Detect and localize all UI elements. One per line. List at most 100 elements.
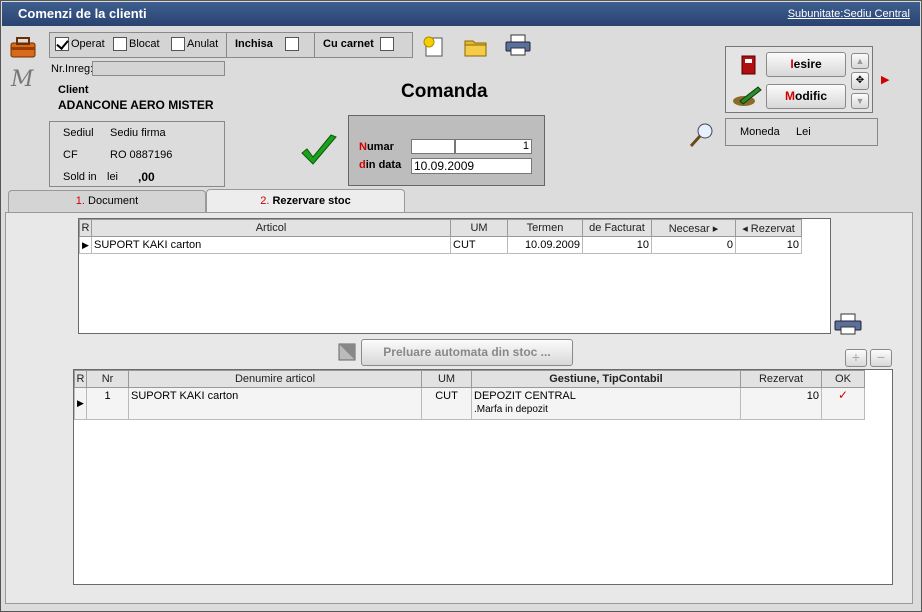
edit-pen-icon[interactable] xyxy=(732,85,762,107)
col-termen[interactable]: Termen xyxy=(507,219,583,237)
blocat-check[interactable] xyxy=(113,37,127,51)
toolbox-icon[interactable] xyxy=(9,35,37,59)
denumire-cell[interactable]: SUPORT KAKI carton xyxy=(128,387,422,420)
termen-cell[interactable]: 10.09.2009 xyxy=(507,236,583,254)
col-necesar[interactable]: Necesar ▸ xyxy=(651,219,736,237)
sediul-label: Sediul xyxy=(63,127,94,139)
col2-denumire[interactable]: Denumire articol xyxy=(128,370,422,388)
numar-label: Numar xyxy=(359,141,394,153)
facturat-cell[interactable]: 10 xyxy=(582,236,652,254)
delete-row-button[interactable]: − xyxy=(870,349,892,367)
client-info-box: Sediul Sediu firma CF RO 0887196 Sold in… xyxy=(49,121,225,187)
um-cell[interactable]: CUT xyxy=(421,387,472,420)
data-input[interactable]: 10.09.2009 xyxy=(411,158,532,174)
articol-cell[interactable]: SUPORT KAKI carton xyxy=(91,236,451,254)
grid-print-icon[interactable] xyxy=(833,312,863,336)
data-label: din data xyxy=(359,159,402,171)
tab-rezervare-stoc[interactable]: 2. Rezervare stoc xyxy=(206,189,405,213)
exit-door-icon[interactable] xyxy=(741,55,757,75)
col2-rezervat[interactable]: Rezervat xyxy=(740,370,822,388)
col-um[interactable]: UM xyxy=(450,219,508,237)
articles-table: R Articol UM Termen de Facturat Necesar … xyxy=(79,219,802,254)
numar-series-field[interactable] xyxy=(411,139,455,154)
order-number-box: Numar 1 din data 10.09.2009 xyxy=(348,115,545,186)
rezervat-cell[interactable]: 10 xyxy=(735,236,802,254)
tip-contabil: .Marfa in depozit xyxy=(474,404,548,415)
col-de-facturat[interactable]: de Facturat xyxy=(582,219,652,237)
arrow-right-icon: ▸ xyxy=(712,222,719,235)
cu-carnet-check[interactable] xyxy=(379,37,394,51)
col-r: R xyxy=(79,219,92,237)
currency-label: Moneda xyxy=(740,126,780,138)
blocat-label: Blocat xyxy=(129,37,160,50)
col2-ok[interactable]: OK xyxy=(821,370,865,388)
subunit-link[interactable]: Subunitate:Sediu Central xyxy=(788,8,910,20)
cf-value: RO 0887196 xyxy=(110,149,173,161)
col2-gestiune[interactable]: Gestiune, TipContabil xyxy=(471,370,741,388)
order-window: Comenzi de la clienti Subunitate:Sediu C… xyxy=(0,0,922,612)
currency-box: Moneda Lei xyxy=(725,118,878,146)
arrow-left-icon: ◂ xyxy=(742,222,748,235)
currency-value[interactable]: Lei xyxy=(796,126,811,138)
row-selector-icon[interactable]: ▶ xyxy=(74,387,87,420)
new-document-icon[interactable] xyxy=(421,34,447,58)
expand-arrow-icon[interactable]: ▶ xyxy=(881,73,889,86)
reservations-header-row: R Nr Denumire articol UM Gestiune, TipCo… xyxy=(74,370,865,388)
cf-label: CF xyxy=(63,149,78,161)
tab-document[interactable]: 1. Document xyxy=(8,190,206,212)
modifica-button[interactable]: Modific xyxy=(766,84,846,109)
sold-currency: lei xyxy=(107,171,119,183)
nr-cell[interactable]: 1 xyxy=(86,387,129,420)
open-folder-icon[interactable] xyxy=(463,36,489,58)
operat-checkbox[interactable]: Operat xyxy=(55,37,105,51)
col-rezervat[interactable]: ◂ Rezervat xyxy=(735,219,802,237)
rezervat-cell[interactable]: 10 xyxy=(740,387,822,420)
reservations-table: R Nr Denumire articol UM Gestiune, TipCo… xyxy=(74,370,865,420)
add-row-button[interactable]: + xyxy=(845,349,867,367)
inchisa-toggle[interactable]: Inchisa xyxy=(235,37,299,51)
articles-grid[interactable]: R Articol UM Termen de Facturat Necesar … xyxy=(78,218,831,334)
stock-icon xyxy=(338,343,356,361)
inchisa-check[interactable] xyxy=(284,37,299,51)
table-row[interactable]: ▶ SUPORT KAKI carton CUT 10.09.2009 10 0… xyxy=(79,236,802,254)
client-name[interactable]: ADANCONE AERO MISTER xyxy=(58,98,214,112)
sold-value: ,00 xyxy=(138,170,155,184)
preluare-button[interactable]: Preluare automata din stoc ... xyxy=(361,339,573,366)
col2-um[interactable]: UM xyxy=(421,370,472,388)
inchisa-label: Inchisa xyxy=(235,37,273,50)
articles-header-row: R Articol UM Termen de Facturat Necesar … xyxy=(79,219,802,237)
anulat-checkbox[interactable]: Anulat xyxy=(171,37,218,51)
col2-nr[interactable]: Nr xyxy=(86,370,129,388)
sold-label: Sold in xyxy=(63,171,97,183)
operat-label: Operat xyxy=(71,37,105,50)
navigate-icon[interactable]: ✥ xyxy=(851,72,869,90)
client-label: Client xyxy=(58,84,89,96)
col-articol[interactable]: Articol xyxy=(91,219,451,237)
validate-check-icon[interactable] xyxy=(299,133,339,169)
iesire-button[interactable]: Iesire xyxy=(766,52,846,77)
nr-inreg-label: Nr.Inreg: xyxy=(51,63,94,75)
col2-r: R xyxy=(74,370,87,388)
page-title: Comanda xyxy=(401,81,488,102)
ok-cell[interactable]: ✓ xyxy=(821,387,865,420)
cu-carnet-label: Cu carnet xyxy=(323,37,374,50)
scroll-up-button[interactable]: ▲ xyxy=(851,53,869,69)
table-row[interactable]: ▶ 1 SUPORT KAKI carton CUT DEPOZIT CENTR… xyxy=(74,387,865,420)
um-cell[interactable]: CUT xyxy=(450,236,508,254)
cu-carnet-toggle[interactable]: Cu carnet xyxy=(323,37,394,51)
necesar-cell[interactable]: 0 xyxy=(651,236,736,254)
scroll-down-button[interactable]: ▼ xyxy=(851,93,869,109)
anulat-check[interactable] xyxy=(171,37,185,51)
window-title: Comenzi de la clienti xyxy=(18,6,147,21)
nr-inreg-field[interactable] xyxy=(92,61,225,76)
row-selector-icon[interactable]: ▶ xyxy=(79,236,92,254)
reservations-grid[interactable]: R Nr Denumire articol UM Gestiune, TipCo… xyxy=(73,369,893,585)
blocat-checkbox[interactable]: Blocat xyxy=(113,37,160,51)
numar-input[interactable]: 1 xyxy=(455,139,532,154)
gestiune-cell[interactable]: DEPOZIT CENTRAL .Marfa in depozit xyxy=(471,387,741,420)
ok-check-icon[interactable]: ✓ xyxy=(838,388,848,402)
print-icon[interactable] xyxy=(504,33,532,57)
sediul-value: Sediu firma xyxy=(110,127,166,139)
search-icon[interactable] xyxy=(689,122,715,148)
operat-check[interactable] xyxy=(55,37,69,51)
